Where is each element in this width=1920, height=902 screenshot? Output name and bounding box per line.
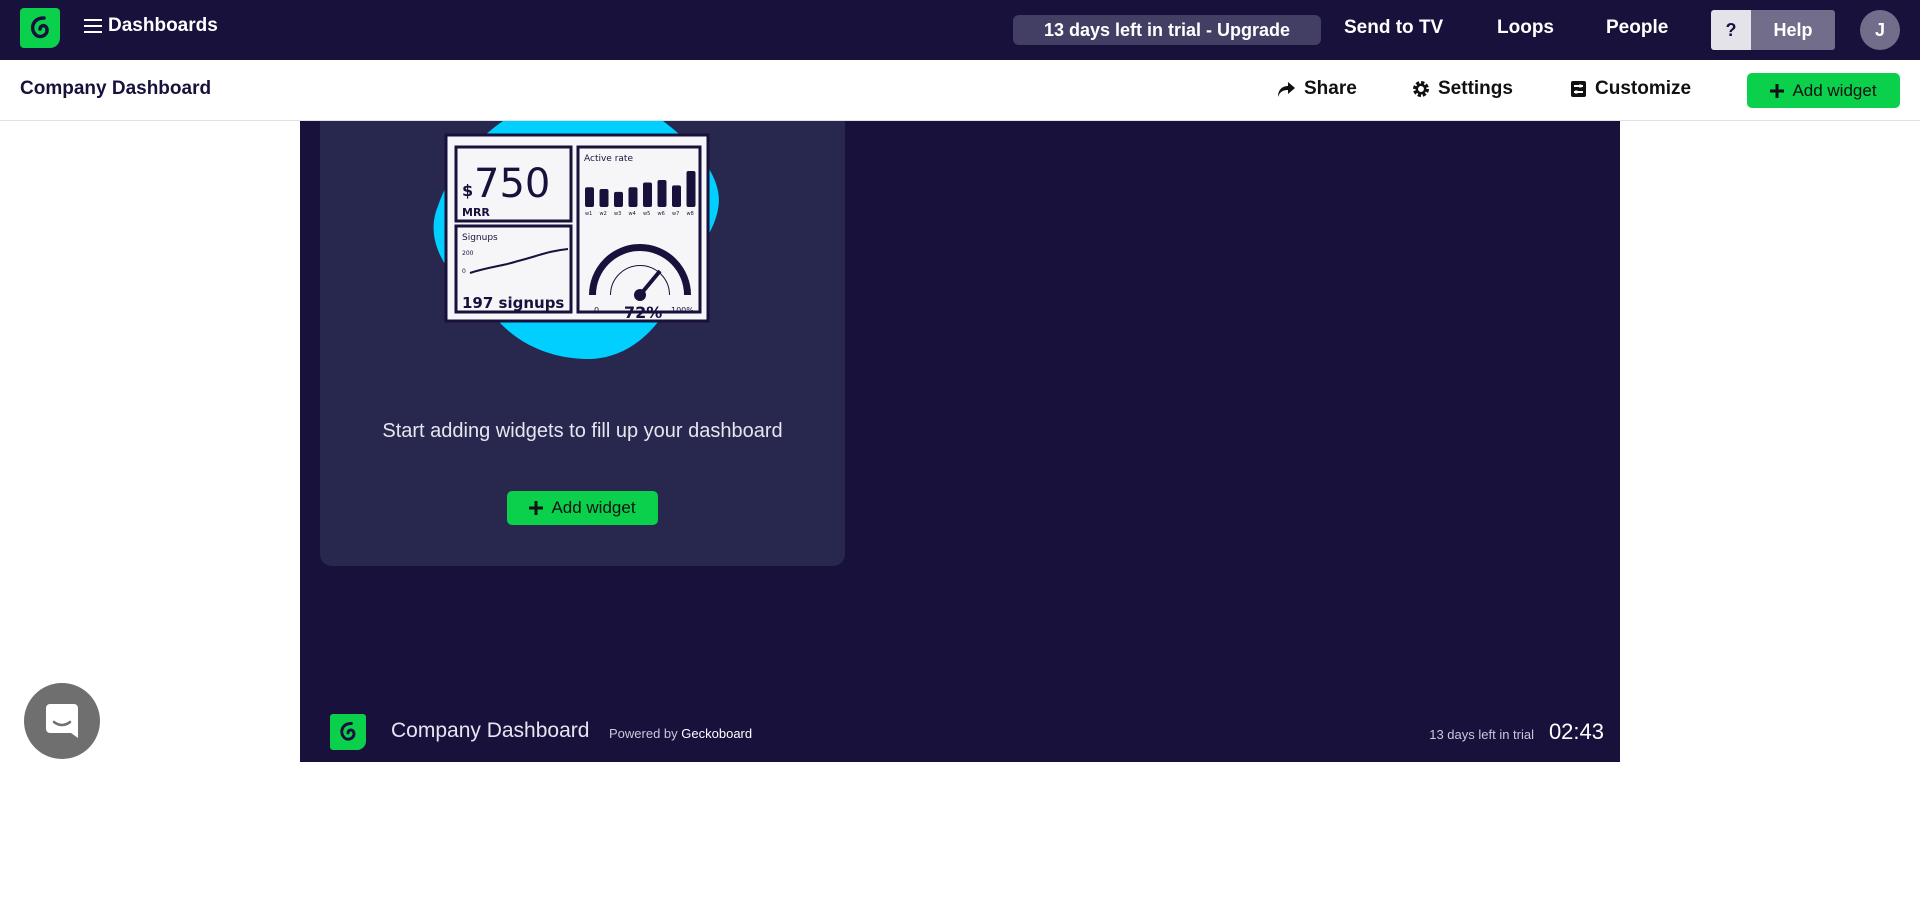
signups-max: 200 [462,250,474,257]
week-label: w1 [585,211,592,217]
dashboard-illustration: $ 750 MRR Active rate w1 w2 w3 w4 w5 w6 w7 w8 S… [433,121,719,359]
week-label: w2 [600,211,607,217]
signups-min: 0 [462,268,466,275]
week-label: w4 [629,211,636,217]
powered-by: Powered by Geckoboard [609,726,752,741]
dashboards-label: Dashboards [108,15,218,36]
gauge-value: 72% [624,303,662,322]
powered-by-label: Powered by [609,726,678,741]
trial-upgrade-button[interactable]: 13 days left in trial - Upgrade [1013,15,1321,45]
footer-trial: 13 days left in trial [1429,727,1534,742]
active-rate-bar [628,187,638,207]
signups-value: 197 signups [462,294,564,312]
mrr-value: 750 [474,161,550,207]
loops-link[interactable]: Loops [1497,17,1554,39]
share-label: Share [1304,78,1357,99]
gauge-max: 100% [671,306,694,315]
active-rate-bar [686,171,696,207]
people-link[interactable]: People [1606,17,1668,39]
week-label: w8 [687,211,694,217]
settings-button[interactable]: Settings [1412,78,1513,100]
customize-button[interactable]: Customize [1570,78,1691,100]
footer-dashboard-name: Company Dashboard [391,719,590,742]
clock: 02:43 [1548,719,1604,744]
week-label: w3 [614,211,621,217]
send-to-tv-link[interactable]: Send to TV [1344,17,1443,39]
customize-label: Customize [1595,78,1692,99]
question-icon: ? [1711,10,1751,50]
active-rate-bar [657,180,667,207]
add-widget-label: Add widget [551,498,636,517]
geckoboard-logo[interactable] [20,8,60,48]
active-rate-bar [672,185,681,207]
plus-icon [529,501,544,515]
customize-icon [1571,81,1586,97]
brand-name: Geckoboard [681,726,753,741]
empty-dashboard-card: $ 750 MRR Active rate w1 w2 w3 w4 w5 w6 w7 w8 S… [320,121,845,566]
signups-title: Signups [462,233,498,243]
active-rate-bar [643,182,652,207]
card-add-widget-button[interactable]: Add widget [507,491,658,525]
active-rate-bar [599,189,609,207]
week-label: w7 [672,211,679,217]
active-rate-bar [614,191,623,207]
chat-icon [46,704,78,738]
mrr-label: MRR [462,206,490,219]
gauge-min: 0 [594,306,599,315]
page-title: Company Dashboard [20,78,212,99]
share-button[interactable]: Share [1276,78,1357,100]
share-icon [1278,82,1295,97]
dashboard-toolbar: Company Dashboard Share Settings Customi… [0,60,1920,121]
help-button[interactable]: ? Help [1711,10,1835,50]
avatar[interactable]: J [1860,10,1900,50]
dashboard-canvas: $ 750 MRR Active rate w1 w2 w3 w4 w5 w6 w7 w8 S… [300,121,1620,762]
top-navigation-bar: Dashboards 13 days left in trial - Upgra… [0,0,1920,60]
dashboards-menu[interactable]: Dashboards [84,15,218,37]
empty-state-message: Start adding widgets to fill up your das… [382,420,783,442]
settings-label: Settings [1438,78,1513,99]
add-widget-button[interactable]: Add widget [1747,73,1900,108]
add-widget-label: Add widget [1792,80,1877,100]
plus-icon [1770,83,1785,98]
geckoboard-logo [330,714,366,750]
hamburger-icon [84,19,102,33]
help-label: Help [1751,10,1835,50]
active-rate-title: Active rate [584,154,633,164]
week-label: w6 [658,211,665,217]
dashboard-footer: Company Dashboard Powered by Geckoboard … [300,702,1620,762]
gear-icon [1413,81,1429,97]
mrr-currency: $ [462,181,473,200]
chat-launcher-button[interactable] [24,683,100,759]
active-rate-bar [585,187,594,207]
week-label: w5 [643,211,650,217]
